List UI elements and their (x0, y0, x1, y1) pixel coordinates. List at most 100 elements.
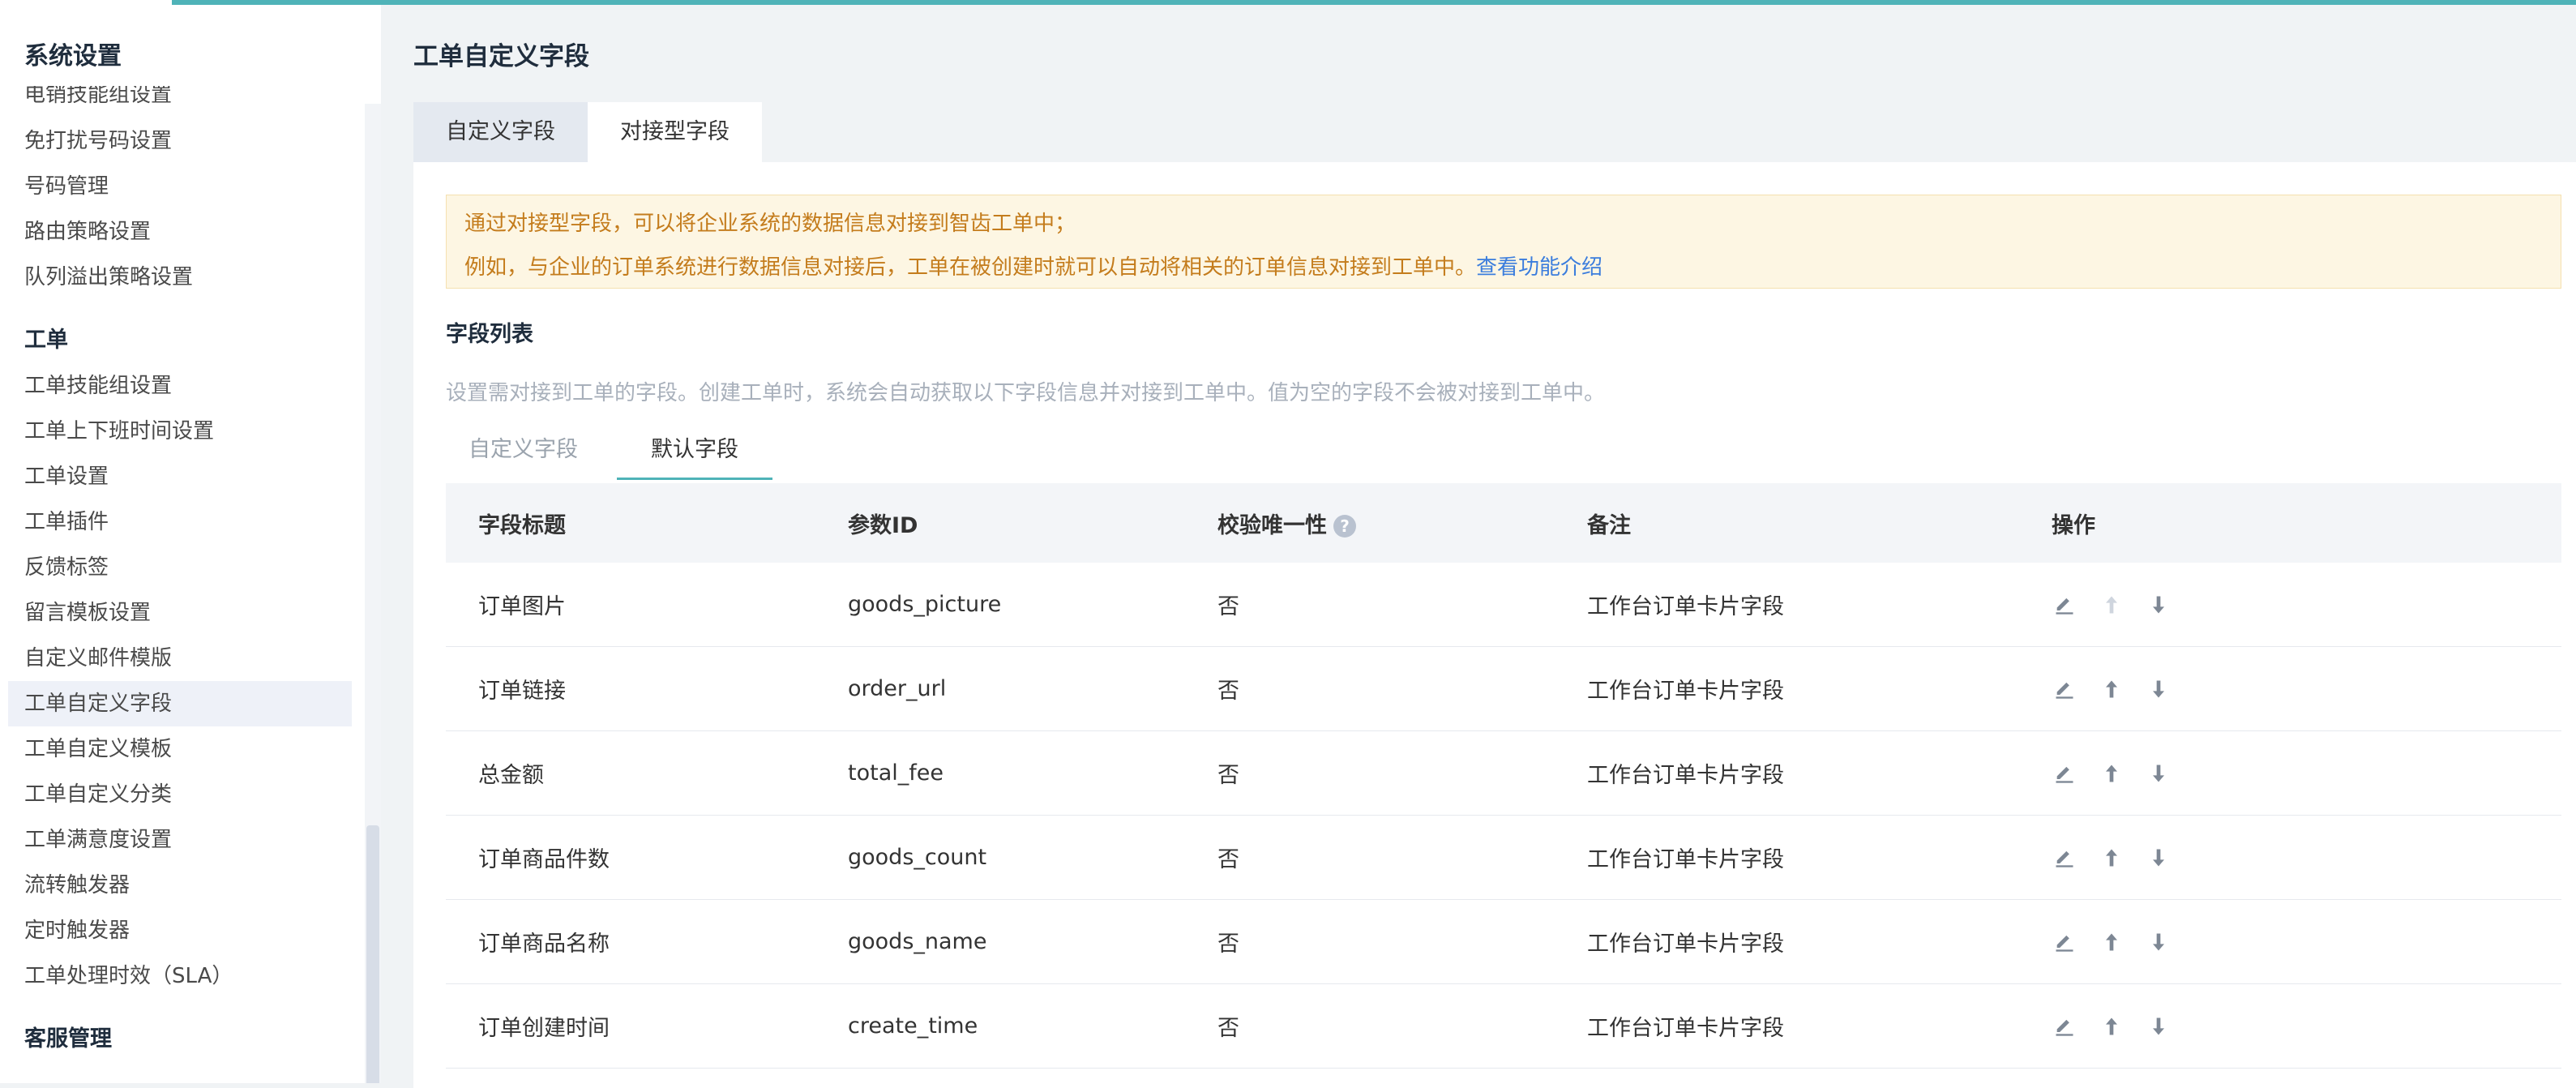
arrow-up-icon[interactable] (2099, 845, 2125, 871)
sidebar-item-ticket-custom-categories[interactable]: 工单自定义分类 (0, 772, 365, 817)
field-list-tabs: 自定义字段 默认字段 (446, 422, 789, 480)
sidebar-group-service-management: 客服管理 (24, 1026, 112, 1052)
field-unique: 否 (1217, 1016, 1239, 1041)
edit-icon[interactable] (2052, 1013, 2077, 1039)
field-note: 工作台订单卡片字段 (1587, 1016, 1784, 1041)
table-row: 订单创建时间 create_time 否 工作台订单卡片字段 (446, 984, 2561, 1069)
sidebar-item-custom-email-templates[interactable]: 自定义邮件模版 (0, 636, 365, 681)
arrow-up-icon[interactable] (2099, 1013, 2125, 1039)
arrow-up-icon[interactable] (2099, 760, 2125, 786)
page-title: 工单自定义字段 (413, 42, 589, 71)
sidebar-title: 系统设置 (24, 42, 122, 71)
main-content: 工单自定义字段 自定义字段 对接型字段 通过对接型字段，可以将企业系统的数据信息… (381, 5, 2576, 1088)
sidebar-item-feedback-tags[interactable]: 反馈标签 (0, 545, 365, 590)
field-param-id: goods_count (848, 845, 987, 870)
row-actions (2052, 845, 2172, 871)
field-unique: 否 (1217, 594, 1239, 619)
field-title: 总金额 (478, 763, 544, 788)
sidebar-item-ticket-custom-fields[interactable]: 工单自定义字段 (8, 681, 352, 726)
sidebar-item-dnd-numbers[interactable]: 免打扰号码设置 (0, 118, 365, 164)
arrow-down-icon[interactable] (2146, 845, 2172, 871)
sidebar-item-number-management[interactable]: 号码管理 (0, 164, 365, 209)
section-title: 字段列表 (446, 322, 533, 347)
tab-panel: 通过对接型字段，可以将企业系统的数据信息对接到智齿工单中； 例如，与企业的订单系… (413, 162, 2576, 1088)
table-row: 订单图片 goods_picture 否 工作台订单卡片字段 (446, 563, 2561, 647)
notice-line-1: 通过对接型字段，可以将企业系统的数据信息对接到智齿工单中； (464, 212, 1076, 236)
sidebar-group-ticket: 工单 (24, 328, 68, 353)
sidebar-item-ticket-settings[interactable]: 工单设置 (0, 454, 365, 499)
arrow-down-icon[interactable] (2146, 592, 2172, 618)
help-icon[interactable]: ? (1333, 515, 1356, 538)
field-unique: 否 (1217, 679, 1239, 704)
field-note: 工作台订单卡片字段 (1587, 763, 1784, 788)
tab-integration-fields[interactable]: 对接型字段 (588, 102, 762, 162)
sidebar-item-flow-trigger[interactable]: 流转触发器 (0, 863, 365, 908)
sidebar-item-message-templates[interactable]: 留言模板设置 (0, 590, 365, 636)
sidebar-item-ticket-sla[interactable]: 工单处理时效（SLA） (0, 953, 365, 999)
field-unique: 否 (1217, 763, 1239, 788)
edit-icon[interactable] (2052, 592, 2077, 618)
arrow-up-icon[interactable] (2099, 676, 2125, 702)
column-header-note: 备注 (1587, 512, 1631, 538)
field-title: 订单图片 (478, 594, 566, 619)
row-actions (2052, 760, 2172, 786)
field-note: 工作台订单卡片字段 (1587, 679, 1784, 704)
edit-icon[interactable] (2052, 760, 2077, 786)
field-title: 订单链接 (478, 679, 566, 704)
column-header-unique: 校验唯一性? (1217, 508, 1356, 539)
row-actions (2052, 929, 2172, 955)
sidebar-item-ticket-custom-templates[interactable]: 工单自定义模板 (0, 726, 365, 772)
field-param-id: total_fee (848, 760, 944, 786)
table-row: 订单商品件数 goods_count 否 工作台订单卡片字段 (446, 816, 2561, 900)
arrow-down-icon[interactable] (2146, 1013, 2172, 1039)
row-actions (2052, 592, 2172, 618)
sidebar-item-sales-skill-group[interactable]: 电销技能组设置 (0, 86, 365, 118)
sidebar: 系统设置 电销技能组设置 免打扰号码设置 号码管理 路由策略设置 队列溢出策略设… (0, 5, 381, 1083)
field-param-id: create_time (848, 1013, 978, 1039)
field-title: 订单商品名称 (478, 932, 610, 957)
subtab-default-fields[interactable]: 默认字段 (617, 422, 772, 480)
column-header-unique-label: 校验唯一性 (1217, 512, 1327, 538)
field-title: 订单创建时间 (478, 1016, 610, 1041)
column-header-title: 字段标题 (478, 512, 566, 538)
table-row: 订单商品名称 goods_name 否 工作台订单卡片字段 (446, 900, 2561, 984)
edit-icon[interactable] (2052, 845, 2077, 871)
edit-icon[interactable] (2052, 676, 2077, 702)
table-row: 订单链接 order_url 否 工作台订单卡片字段 (446, 647, 2561, 731)
field-unique: 否 (1217, 847, 1239, 872)
field-note: 工作台订单卡片字段 (1587, 932, 1784, 957)
field-param-id: order_url (848, 676, 947, 701)
notice-line-2-text: 例如，与企业的订单系统进行数据信息对接后，工单在被创建时就可以自动将相关的订单信… (464, 255, 1477, 280)
arrow-down-icon[interactable] (2146, 760, 2172, 786)
feature-intro-link[interactable]: 查看功能介绍 (1476, 255, 1603, 280)
row-actions (2052, 1013, 2172, 1039)
field-title: 订单商品件数 (478, 847, 610, 872)
field-type-tabs: 自定义字段 对接型字段 (413, 102, 762, 162)
table-row: 总金额 total_fee 否 工作台订单卡片字段 (446, 731, 2561, 816)
arrow-up-icon[interactable] (2099, 592, 2125, 618)
arrow-up-icon[interactable] (2099, 929, 2125, 955)
field-unique: 否 (1217, 932, 1239, 957)
table-body: 订单图片 goods_picture 否 工作台订单卡片字段 订单链接 orde… (446, 563, 2561, 1069)
column-header-actions: 操作 (2052, 512, 2095, 538)
field-param-id: goods_picture (848, 592, 1002, 617)
subtab-custom-fields[interactable]: 自定义字段 (446, 422, 601, 480)
tab-custom-fields[interactable]: 自定义字段 (413, 102, 588, 162)
sidebar-item-ticket-skill-group[interactable]: 工单技能组设置 (0, 363, 365, 409)
sidebar-item-ticket-work-hours[interactable]: 工单上下班时间设置 (0, 409, 365, 454)
field-note: 工作台订单卡片字段 (1587, 594, 1784, 619)
field-param-id: goods_name (848, 929, 987, 954)
sidebar-item-ticket-plugins[interactable]: 工单插件 (0, 499, 365, 545)
notice-line-2: 例如，与企业的订单系统进行数据信息对接后，工单在被创建时就可以自动将相关的订单信… (464, 246, 2543, 289)
section-description: 设置需对接到工单的字段。创建工单时，系统会自动获取以下字段信息并对接到工单中。值… (446, 381, 1606, 405)
arrow-down-icon[interactable] (2146, 676, 2172, 702)
sidebar-item-queue-overflow[interactable]: 队列溢出策略设置 (0, 255, 365, 300)
row-actions (2052, 676, 2172, 702)
sidebar-item-timed-trigger[interactable]: 定时触发器 (0, 908, 365, 953)
sidebar-item-routing-strategy[interactable]: 路由策略设置 (0, 209, 365, 255)
sidebar-item-ticket-satisfaction[interactable]: 工单满意度设置 (0, 817, 365, 863)
edit-icon[interactable] (2052, 929, 2077, 955)
sidebar-scrollbar-thumb[interactable] (366, 825, 379, 1083)
table-header: 字段标题 参数ID 校验唯一性? 备注 操作 (446, 483, 2561, 563)
arrow-down-icon[interactable] (2146, 929, 2172, 955)
